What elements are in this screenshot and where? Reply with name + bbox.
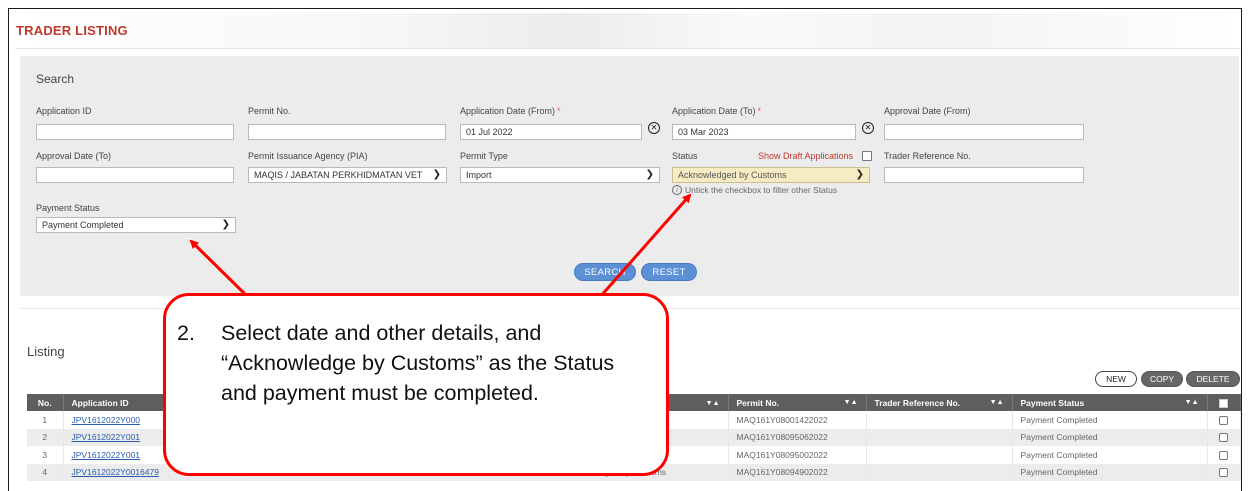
app-date-to-input[interactable]: 03 Mar 2023	[672, 124, 856, 140]
row-checkbox[interactable]	[1219, 468, 1228, 478]
search-heading: Search	[36, 72, 75, 86]
select-all-checkbox[interactable]	[1219, 398, 1228, 408]
status-value: Acknowledged by Customs	[678, 170, 787, 180]
sort-icon[interactable]: ▼▲	[1185, 399, 1199, 406]
copy-button[interactable]: COPY	[1141, 371, 1183, 387]
permit-no-label: Permit No.	[248, 106, 291, 116]
col-header-no: No.	[27, 394, 64, 411]
cell-payment-status: Payment Completed	[1012, 411, 1208, 429]
cell-trader-ref	[866, 411, 1013, 429]
new-button[interactable]: NEW	[1095, 371, 1137, 387]
cell-no: 4	[27, 463, 64, 481]
search-button[interactable]: SEARCH	[574, 263, 636, 281]
clear-date-from-icon[interactable]: ✕	[648, 122, 660, 134]
callout-text-block: 2. Select date and other details, and “A…	[177, 318, 642, 408]
trader-ref-input[interactable]	[884, 167, 1084, 183]
application-id-link[interactable]: JPV1612022Y001	[72, 450, 141, 460]
application-id-link[interactable]: JPV1612022Y0016479	[72, 467, 159, 477]
status-hint: i Untick the checkbox to filter other Sta…	[672, 185, 837, 195]
cell-trader-ref	[866, 428, 1013, 446]
payment-status-select[interactable]: Payment Completed ❯	[36, 217, 236, 233]
payment-status-value: Payment Completed	[42, 220, 124, 230]
row-checkbox[interactable]	[1219, 433, 1228, 443]
col-header-payment-status[interactable]: Payment Status ▼▲	[1012, 394, 1208, 411]
pia-label: Permit Issuance Agency (PIA)	[248, 151, 368, 161]
approval-date-from-input[interactable]	[884, 124, 1084, 140]
cell-permit-no: MAQ161Y08094902022	[728, 463, 867, 481]
row-checkbox[interactable]	[1219, 415, 1228, 425]
permit-type-label: Permit Type	[460, 151, 508, 161]
approval-date-to-input[interactable]	[36, 167, 234, 183]
cell-no: 1	[27, 411, 64, 429]
permit-no-input[interactable]	[248, 124, 446, 140]
info-icon: i	[672, 185, 682, 195]
app-date-from-input[interactable]: 01 Jul 2022	[460, 124, 642, 140]
cell-no: 3	[27, 446, 64, 464]
app-date-from-label: Application Date (From) *	[460, 106, 561, 116]
col-header-permit-no[interactable]: Permit No. ▼▲	[728, 394, 867, 411]
permit-type-value: Import	[466, 170, 492, 180]
reset-button[interactable]: RESET	[641, 263, 697, 281]
cell-payment-status: Payment Completed	[1012, 428, 1208, 446]
trader-ref-label: Trader Reference No.	[884, 151, 971, 161]
cell-payment-status: Payment Completed	[1012, 463, 1208, 481]
row-checkbox[interactable]	[1219, 450, 1228, 460]
application-id-link[interactable]: JPV1612022Y000	[72, 415, 141, 425]
chevron-down-icon: ❯	[855, 169, 864, 180]
cell-permit-no: MAQ161Y08095062022	[728, 428, 867, 446]
show-draft-checkbox[interactable]	[862, 151, 872, 161]
application-id-input[interactable]	[36, 124, 234, 140]
page-title: TRADER LISTING	[16, 23, 128, 38]
page-title-bar: TRADER LISTING	[15, 13, 1241, 49]
chevron-down-icon: ❯	[645, 169, 654, 180]
sort-icon[interactable]: ▼▲	[706, 400, 720, 407]
pia-select[interactable]: MAQIS / JABATAN PERKHIDMATAN VET ❯	[248, 167, 447, 183]
callout-number: 2.	[177, 321, 195, 345]
pia-select-value: MAQIS / JABATAN PERKHIDMATAN VET	[254, 170, 423, 180]
payment-status-label: Payment Status	[36, 203, 100, 213]
delete-button[interactable]: DELETE	[1186, 371, 1240, 387]
callout-text: Select date and other details, and “Ackn…	[221, 321, 615, 405]
col-header-trader-ref-label: Trader Reference No.	[874, 397, 961, 408]
listing-title: Listing	[27, 344, 65, 359]
cell-select	[1207, 411, 1241, 429]
show-draft-label: Show Draft Applications	[758, 151, 854, 161]
col-header-payment-label: Payment Status	[1020, 397, 1085, 408]
status-label: Status	[672, 151, 698, 161]
status-hint-text: Untick the checkbox to filter other Stat…	[685, 185, 838, 195]
cell-permit-no: MAQ161Y08095002022	[728, 446, 867, 464]
application-id-link[interactable]: JPV1612022Y001	[72, 432, 141, 442]
cell-select	[1207, 428, 1241, 446]
col-header-trader-ref[interactable]: Trader Reference No. ▼▲	[866, 394, 1013, 411]
application-id-label: Application ID	[36, 106, 92, 116]
chevron-down-icon: ❯	[221, 219, 230, 230]
cell-permit-no: MAQ161Y08001422022	[728, 411, 867, 429]
annotation-callout: 2. Select date and other details, and “A…	[163, 293, 669, 476]
cell-select	[1207, 446, 1241, 464]
col-header-select-all[interactable]	[1207, 394, 1241, 411]
chevron-down-icon: ❯	[432, 169, 441, 180]
app-date-to-label: Application Date (To) *	[672, 106, 762, 116]
cell-payment-status: Payment Completed	[1012, 446, 1208, 464]
cell-select	[1207, 463, 1241, 481]
search-panel: Search Application ID Permit No. Applica…	[20, 56, 1239, 296]
clear-date-to-icon[interactable]: ✕	[862, 122, 874, 134]
sort-icon[interactable]: ▼▲	[990, 399, 1004, 406]
cell-trader-ref	[866, 463, 1013, 481]
approval-date-to-label: Approval Date (To)	[36, 151, 112, 161]
approval-date-from-label: Approval Date (From)	[884, 106, 971, 116]
col-header-permit-label: Permit No.	[736, 397, 780, 408]
status-select[interactable]: Acknowledged by Customs ❯	[672, 167, 870, 183]
permit-type-select[interactable]: Import ❯	[460, 167, 660, 183]
cell-trader-ref	[866, 446, 1013, 464]
cell-no: 2	[27, 428, 64, 446]
sort-icon[interactable]: ▼▲	[844, 399, 858, 406]
